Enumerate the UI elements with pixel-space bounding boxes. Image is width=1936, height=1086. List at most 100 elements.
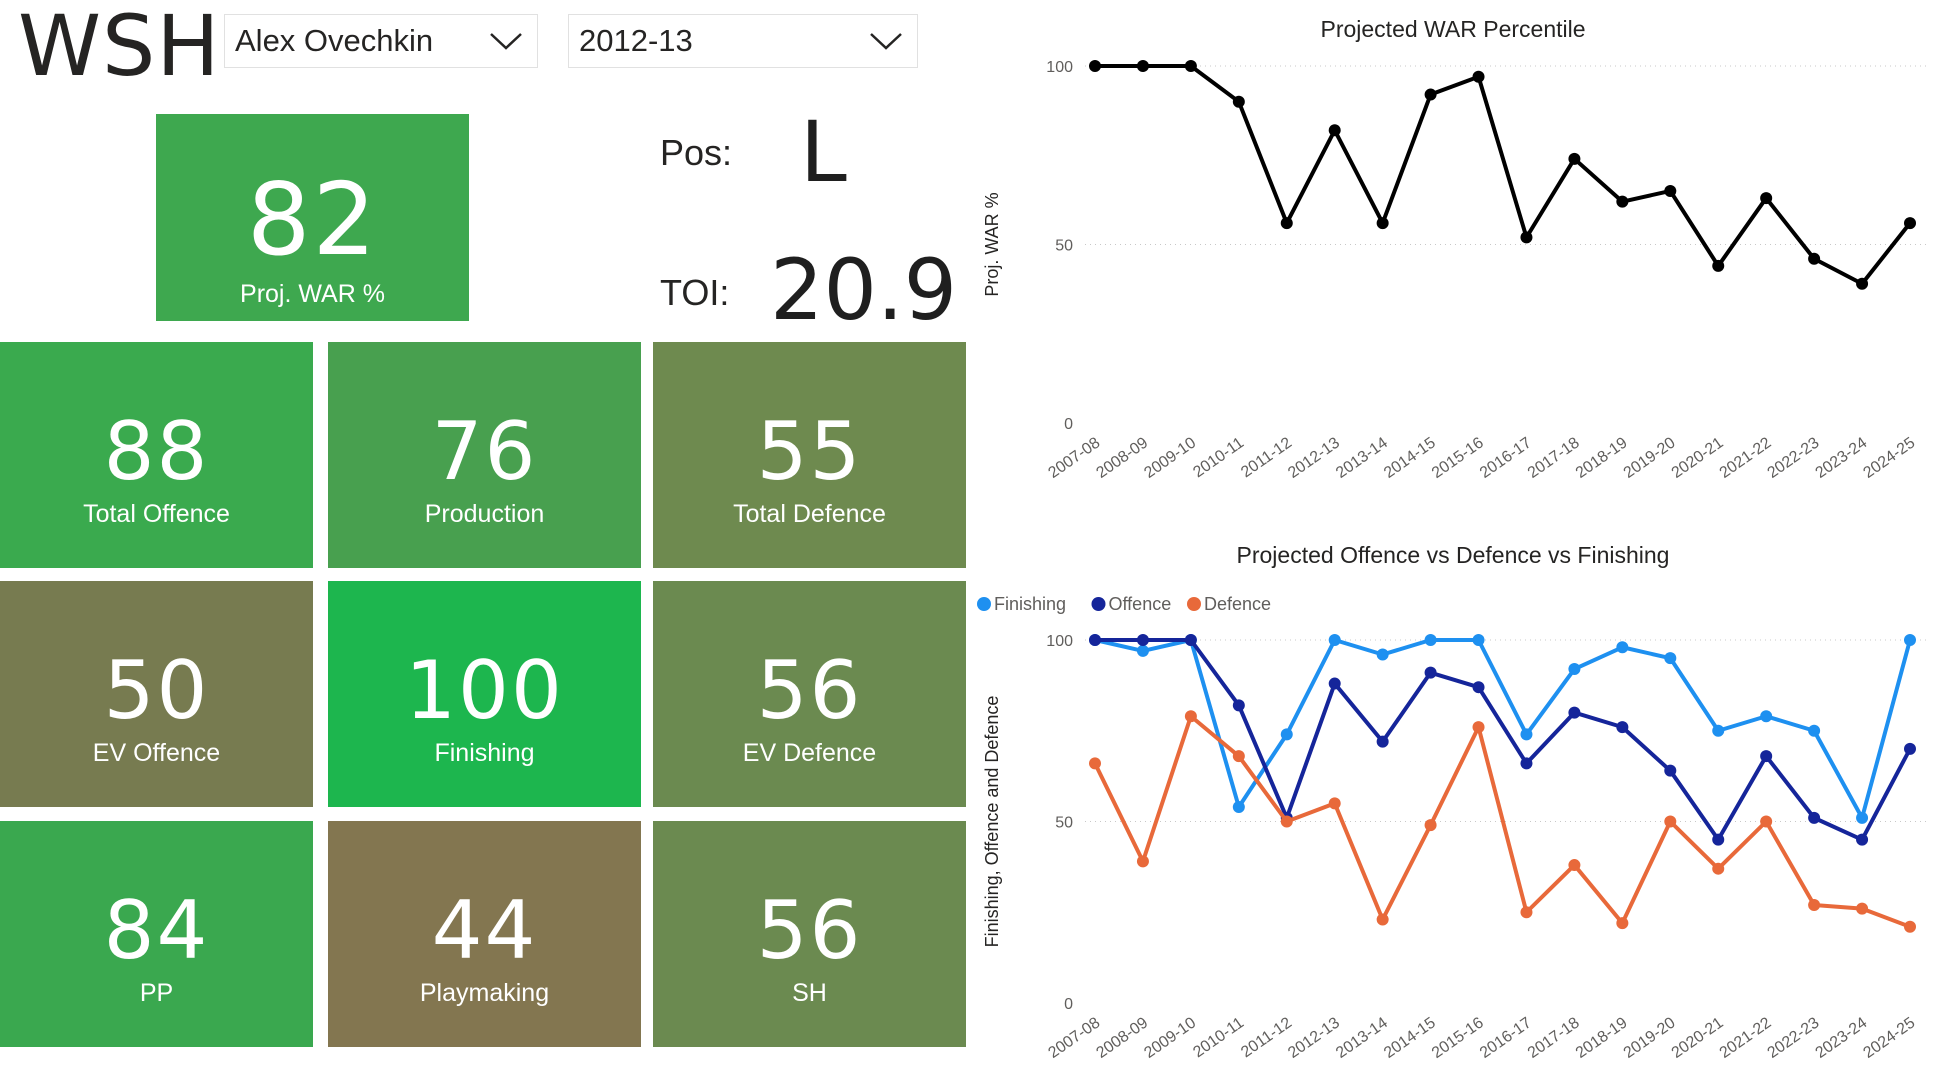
tile-value: 55 [756,405,863,498]
data-point [1376,648,1389,661]
data-point [1808,811,1821,824]
series-line [1095,64,1912,286]
x-tick-label: 2010-11 [1190,434,1247,481]
data-point [1232,699,1245,712]
x-tick-label: 2023-24 [1813,1014,1871,1062]
tile-value: 82 [246,161,379,278]
x-tick-label: 2012-13 [1285,1014,1343,1062]
data-point [1136,634,1149,646]
tile-total-offence: 88 Total Offence [0,342,313,568]
x-tick-label: 2007-08 [1045,434,1103,482]
data-point [1616,917,1629,930]
data-point [1089,634,1101,646]
data-point [1280,728,1293,741]
x-tick-label: 2013-14 [1333,1014,1391,1062]
x-tick-label: 2010-11 [1190,1014,1247,1061]
data-point [1376,735,1389,748]
tile-value: 50 [103,644,210,737]
data-point [1472,681,1485,694]
data-point [1136,60,1149,72]
tile-value: 84 [103,884,210,977]
data-point [1280,815,1293,828]
x-tick-label: 2015-16 [1429,434,1487,482]
chevron-down-icon [490,33,522,50]
chart-title: Projected Offence vs Defence vs Finishin… [1237,542,1670,568]
data-point [1424,666,1437,679]
tile-label: Playmaking [419,979,550,1007]
x-tick-label: 2018-19 [1573,1014,1631,1062]
data-point [1856,902,1869,915]
tile-value: 76 [431,405,538,498]
legend-item: Finishing [977,594,1066,614]
x-tick-label: 2014-15 [1381,1014,1439,1062]
data-point [1424,819,1437,832]
y-axis-label: Finishing, Offence and Defence [982,696,1002,948]
legend-label: Offence [1109,594,1172,614]
x-tick-label: 2014-15 [1381,434,1439,482]
x-tick-label: 2019-20 [1621,434,1679,482]
y-tick-label: 50 [1055,815,1073,832]
toi-value: 20.9 [770,241,958,339]
tile-playmaking: 44 Playmaking [328,821,641,1047]
x-tick-label: 2020-21 [1669,1014,1727,1062]
data-point [1376,913,1389,926]
x-tick-label: 2012-13 [1285,434,1343,482]
data-point [1568,152,1581,165]
tile-ev-offence: 50 EV Offence [0,581,313,807]
chevron-down-icon [870,33,902,50]
data-point [1712,862,1725,875]
data-point [1616,195,1629,208]
x-tick-label: 2022-23 [1765,434,1823,482]
x-tick-label: 2011-12 [1238,1014,1295,1061]
x-tick-label: 2008-09 [1093,1014,1151,1062]
data-point [1424,88,1437,101]
x-tick-label: 2022-23 [1765,1014,1823,1062]
tile-label: Production [424,500,545,528]
x-tick-label: 2016-17 [1477,434,1535,482]
legend-label: Defence [1204,594,1271,614]
x-tick-label: 2016-17 [1477,1014,1535,1062]
x-tick-label: 2017-18 [1525,434,1583,482]
tile-label: SH [792,979,827,1007]
data-point [1520,906,1533,919]
data-point [1328,634,1341,646]
legend-item: Offence [1091,594,1172,614]
offence-defence-finishing-chart: Projected Offence vs Defence vs Finishin… [977,542,1930,1062]
data-point [1568,859,1581,872]
legend-item: Defence [1187,594,1271,614]
data-point [1616,641,1629,654]
data-point [1520,728,1533,741]
tile-value: 100 [405,644,564,737]
y-tick-label: 0 [1064,996,1073,1013]
data-point [1136,644,1149,657]
x-tick-label: 2008-09 [1093,434,1151,482]
data-point [1520,231,1533,244]
data-point [1184,710,1197,723]
x-tick-label: 2023-24 [1813,434,1871,482]
data-point [1904,742,1916,755]
x-tick-label: 2017-18 [1525,1014,1583,1062]
legend-marker [977,597,991,611]
x-tick-label: 2015-16 [1429,1014,1487,1062]
x-tick-label: 2019-20 [1621,1014,1679,1062]
season-dropdown[interactable]: 2012-13 [568,14,918,68]
data-point [1184,634,1197,646]
tile-label: PP [139,979,174,1007]
legend-label: Finishing [994,594,1066,614]
tile-total-defence: 55 Total Defence [653,342,966,568]
tile-pp: 84 PP [0,821,313,1047]
data-point [1712,259,1725,272]
x-tick-label: 2009-10 [1141,1014,1199,1062]
legend-marker [1187,597,1201,611]
tile-production: 76 Production [328,342,641,568]
player-dropdown[interactable]: Alex Ovechkin [224,14,538,68]
data-point [1664,764,1677,777]
x-tick-label: 2009-10 [1141,434,1199,482]
position-label: Pos: [660,132,733,173]
data-point [1472,634,1485,646]
data-point [1808,724,1821,737]
tile-proj-war: 82 Proj. WAR % [156,114,469,321]
data-point [1904,634,1916,646]
data-point [1520,757,1533,770]
data-point [1760,815,1773,828]
